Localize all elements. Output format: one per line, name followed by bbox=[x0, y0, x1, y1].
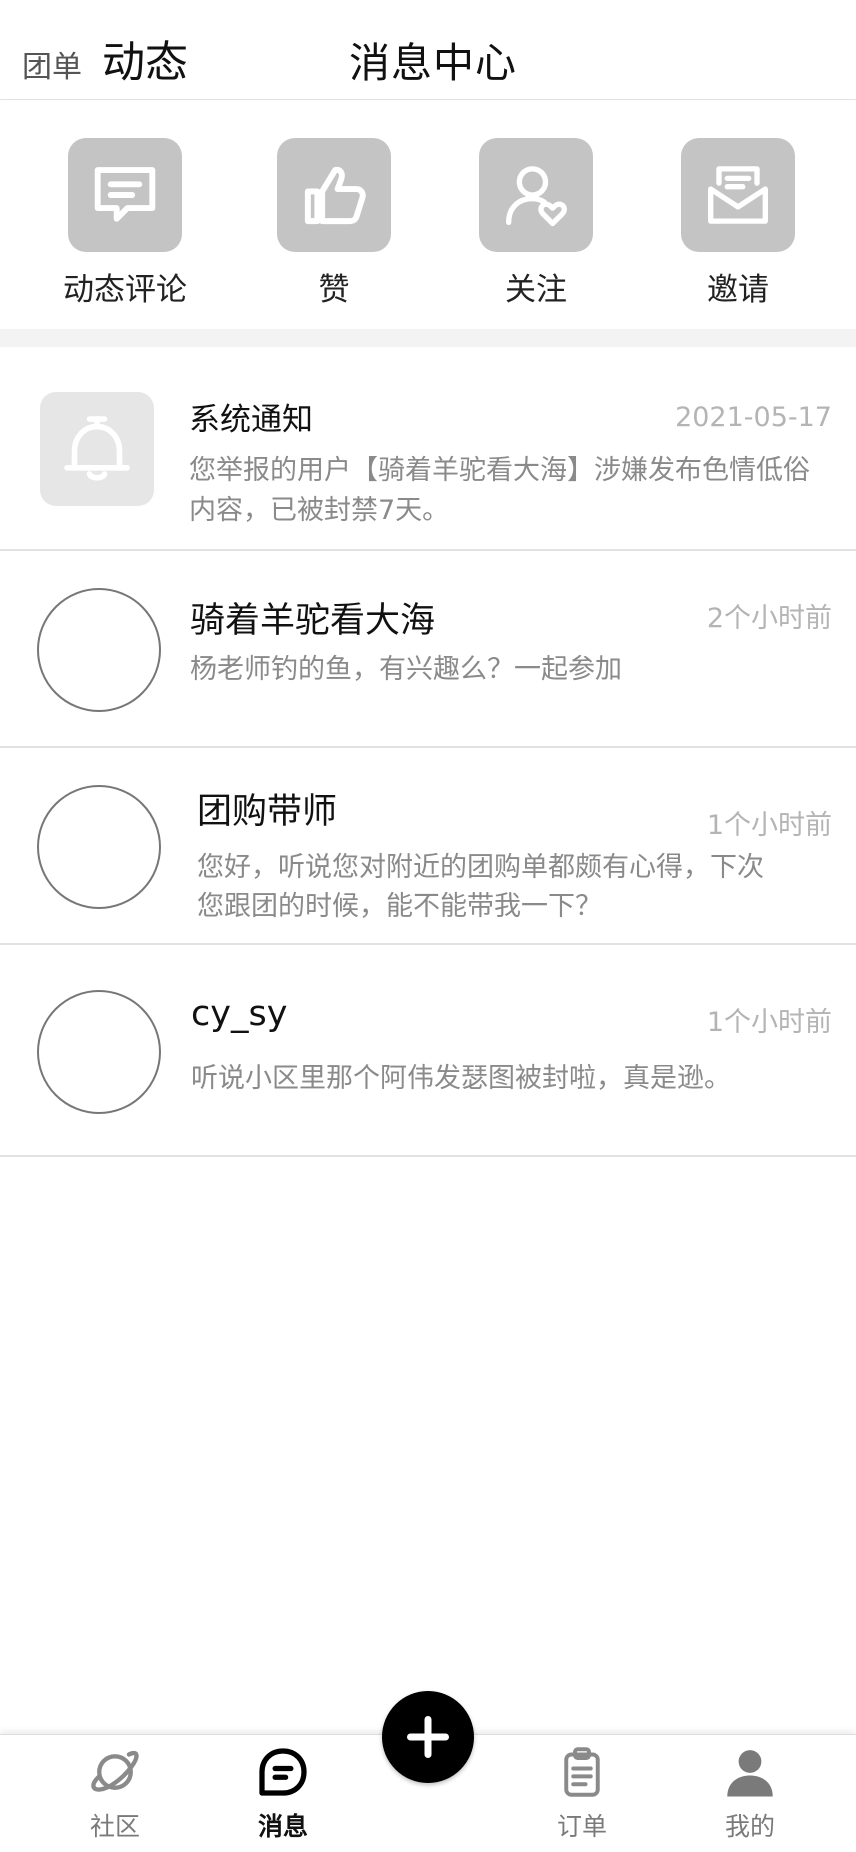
sender-name: 团购带师 bbox=[197, 792, 338, 832]
quick-actions-panel: 动态评论 赞 关注 邀请 bbox=[0, 101, 856, 329]
avatar bbox=[37, 785, 161, 909]
create-post-button[interactable] bbox=[382, 1691, 474, 1783]
quick-action-label: 关注 bbox=[505, 272, 567, 308]
quick-action-label: 邀请 bbox=[707, 272, 769, 308]
message-preview: 您举报的用户【骑着羊驼看大海】涉嫌发布色情低俗 bbox=[189, 455, 810, 486]
message-preview: 内容，已被封禁7天。 bbox=[189, 495, 450, 526]
quick-action-invites[interactable]: 邀请 bbox=[658, 138, 818, 318]
list-item-conversation[interactable]: 骑着羊驼看大海 2个小时前 杨老师钓的鱼，有兴趣么？一起参加 bbox=[0, 551, 856, 748]
nav-label: 订单 bbox=[556, 1812, 607, 1841]
nav-label: 社区 bbox=[89, 1812, 140, 1841]
quick-action-follows[interactable]: 关注 bbox=[456, 138, 616, 318]
tab-group-orders[interactable]: 团单 bbox=[22, 42, 82, 86]
plus-icon bbox=[407, 1716, 449, 1758]
bell-icon bbox=[40, 392, 154, 506]
avatar bbox=[37, 588, 161, 712]
message-time: 1个小时前 bbox=[706, 810, 832, 841]
quick-action-likes[interactable]: 赞 bbox=[254, 138, 414, 318]
follow-user-icon bbox=[479, 138, 593, 252]
page-title: 消息中心 bbox=[349, 39, 517, 87]
section-divider bbox=[0, 329, 856, 347]
chat-bubble-icon bbox=[254, 1743, 312, 1801]
person-icon bbox=[721, 1743, 779, 1801]
planet-icon bbox=[86, 1743, 144, 1801]
message-time: 2021-05-17 bbox=[675, 402, 832, 433]
nav-label: 消息 bbox=[257, 1812, 308, 1841]
message-preview: 您好，听说您对附近的团购单都颇有心得，下次 bbox=[197, 852, 764, 883]
clipboard-icon bbox=[553, 1743, 611, 1801]
list-item-conversation[interactable]: 团购带师 1个小时前 您好，听说您对附近的团购单都颇有心得，下次 您跟团的时候，… bbox=[0, 748, 856, 945]
top-bar: 团单 动态 消息中心 bbox=[0, 0, 856, 100]
sender-name: cy_sy bbox=[191, 994, 288, 1034]
message-preview: 杨老师钓的鱼，有兴趣么？一起参加 bbox=[190, 654, 622, 685]
avatar bbox=[37, 990, 161, 1114]
list-item-system-notice[interactable]: 系统通知 2021-05-17 您举报的用户【骑着羊驼看大海】涉嫌发布色情低俗 … bbox=[0, 347, 856, 551]
tab-feed[interactable]: 动态 bbox=[102, 28, 188, 90]
comment-icon bbox=[68, 138, 182, 252]
quick-action-label: 动态评论 bbox=[63, 272, 187, 308]
message-preview: 您跟团的时候，能不能带我一下？ bbox=[197, 891, 602, 922]
quick-action-label: 赞 bbox=[318, 272, 350, 308]
sender-name: 系统通知 bbox=[189, 402, 313, 438]
message-time: 1个小时前 bbox=[706, 1007, 832, 1038]
message-time: 2个小时前 bbox=[706, 603, 832, 634]
message-preview: 听说小区里那个阿伟发瑟图被封啦，真是逊。 bbox=[191, 1063, 731, 1094]
sender-name: 骑着羊驼看大海 bbox=[190, 601, 436, 641]
quick-action-comments[interactable]: 动态评论 bbox=[45, 138, 205, 318]
list-item-conversation[interactable]: cy_sy 1个小时前 听说小区里那个阿伟发瑟图被封啦，真是逊。 bbox=[0, 945, 856, 1157]
invite-envelope-icon bbox=[681, 138, 795, 252]
nav-messages[interactable]: 消息 bbox=[228, 1735, 338, 1852]
nav-orders[interactable]: 订单 bbox=[527, 1735, 637, 1852]
nav-profile[interactable]: 我的 bbox=[695, 1735, 805, 1852]
thumbs-up-icon bbox=[277, 138, 391, 252]
nav-label: 我的 bbox=[724, 1812, 775, 1841]
nav-community[interactable]: 社区 bbox=[60, 1735, 170, 1852]
